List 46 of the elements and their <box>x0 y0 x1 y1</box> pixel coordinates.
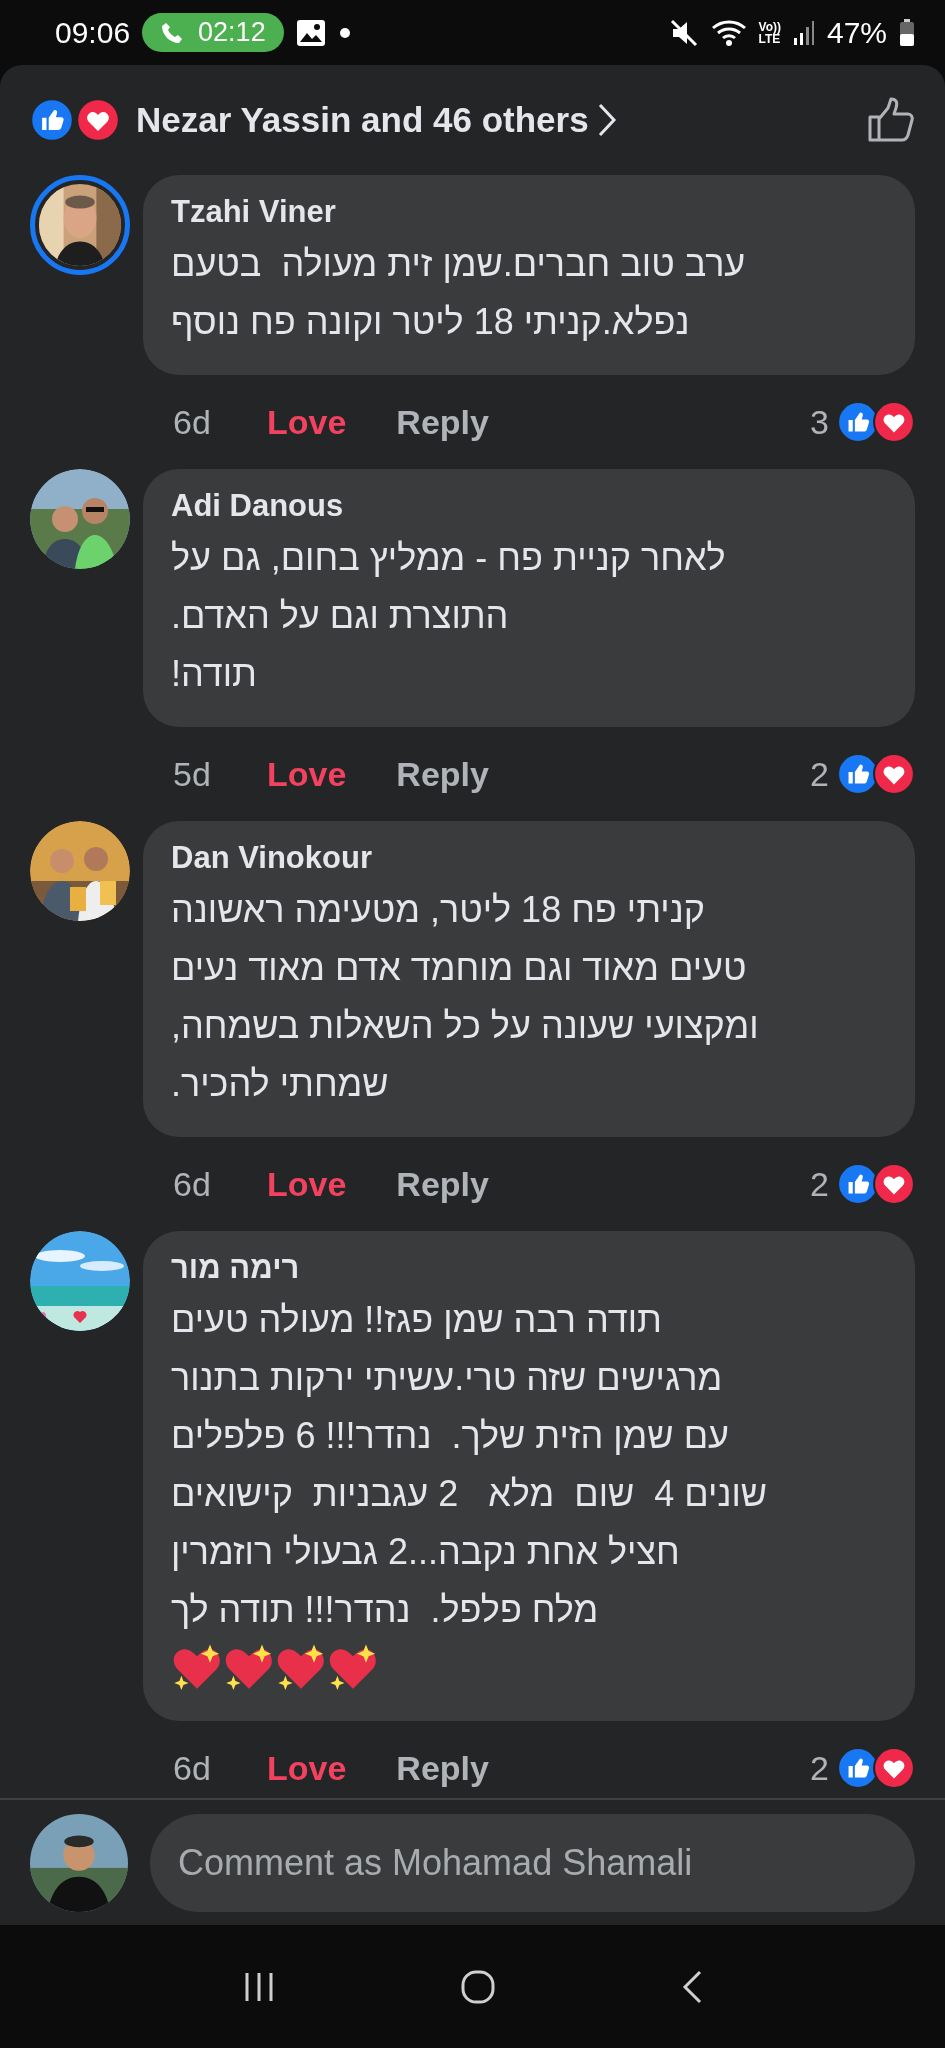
love-button[interactable]: Love <box>267 754 347 794</box>
wifi-icon <box>710 17 747 48</box>
reply-button[interactable]: Reply <box>396 1164 489 1204</box>
heart-reaction-icon <box>873 1163 915 1205</box>
image-icon <box>295 18 326 47</box>
reply-button[interactable]: Reply <box>396 1748 489 1788</box>
comment-time: 6d <box>173 402 212 442</box>
thumbs-up-icon[interactable] <box>867 97 915 143</box>
clock: 09:06 <box>55 15 131 50</box>
comment-time: 5d <box>173 754 212 794</box>
chevron-right-icon[interactable] <box>596 102 617 138</box>
home-icon[interactable] <box>459 1968 496 2005</box>
love-button[interactable]: Love <box>267 1164 347 1204</box>
love-button[interactable]: Love <box>267 1748 347 1788</box>
comment-author[interactable]: Adi Danous <box>171 483 885 529</box>
comment-time: 6d <box>173 1748 212 1788</box>
comment-text: תודה רבה שמן פגז!! מעולה טעים מרגישים שזה טרי.עשיתי ירקות בתנור עם שמן הזית שלך. נהדר!!! 6 פלפלים שונים 4 שום מלא 2 עגבניות קישואים חציל אחת נקבה...2 גבעולי רוזמרין מלח פלפל. נהדר!!! תודה לך <box>171 1298 769 1632</box>
comment-time: 6d <box>173 1164 212 1204</box>
battery-percent: 47% <box>826 15 887 50</box>
heart-reaction-icon <box>76 98 120 142</box>
comment-author[interactable]: רימה מור <box>171 1245 885 1291</box>
comment-author[interactable]: Tzahi Viner <box>171 189 885 235</box>
comment-text: לאחר קניית פח - ממליץ בחום, גם על התוצרת וגם על האדם. תודה! <box>171 536 727 696</box>
signal-icon <box>792 19 815 46</box>
heart-reaction-icon <box>873 1747 915 1789</box>
heart-reaction-icon <box>873 401 915 443</box>
reactions-summary[interactable]: Nezar Yassin and 46 others <box>136 100 589 140</box>
reaction-count: 2 <box>810 1748 829 1788</box>
reply-button[interactable]: Reply <box>396 754 489 794</box>
heart-reaction-icon <box>873 753 915 795</box>
comment-text: ערב טוב חברים.שמן זית מעולה בטעם נפלא.קניתי 18 ליטר וקונה פח נוסף <box>171 242 747 344</box>
reaction-count: 2 <box>810 754 829 794</box>
reply-button[interactable]: Reply <box>396 402 489 442</box>
reaction-count: 3 <box>810 402 829 442</box>
back-icon[interactable] <box>680 1968 703 2005</box>
like-reaction-icon <box>30 98 74 142</box>
network-label: Vo)) LTE <box>758 20 781 45</box>
mute-icon <box>668 17 699 48</box>
dot-icon <box>337 25 352 40</box>
phone-icon <box>160 20 185 45</box>
reaction-count: 2 <box>810 1164 829 1204</box>
comment-text: קניתי פח 18 ליטר, מטעימה ראשונה טעים מאוד וגם מוחמד אדם מאוד נעים ומקצועי שעונה על כל השאלות בשמחה, שמחתי להכיר. <box>171 888 760 1106</box>
comment-input[interactable]: Comment as Mohamad Shamali <box>150 1813 915 1912</box>
love-button[interactable]: Love <box>267 402 347 442</box>
comment-author[interactable]: Dan Vinokour <box>171 835 885 881</box>
battery-icon <box>899 18 915 47</box>
